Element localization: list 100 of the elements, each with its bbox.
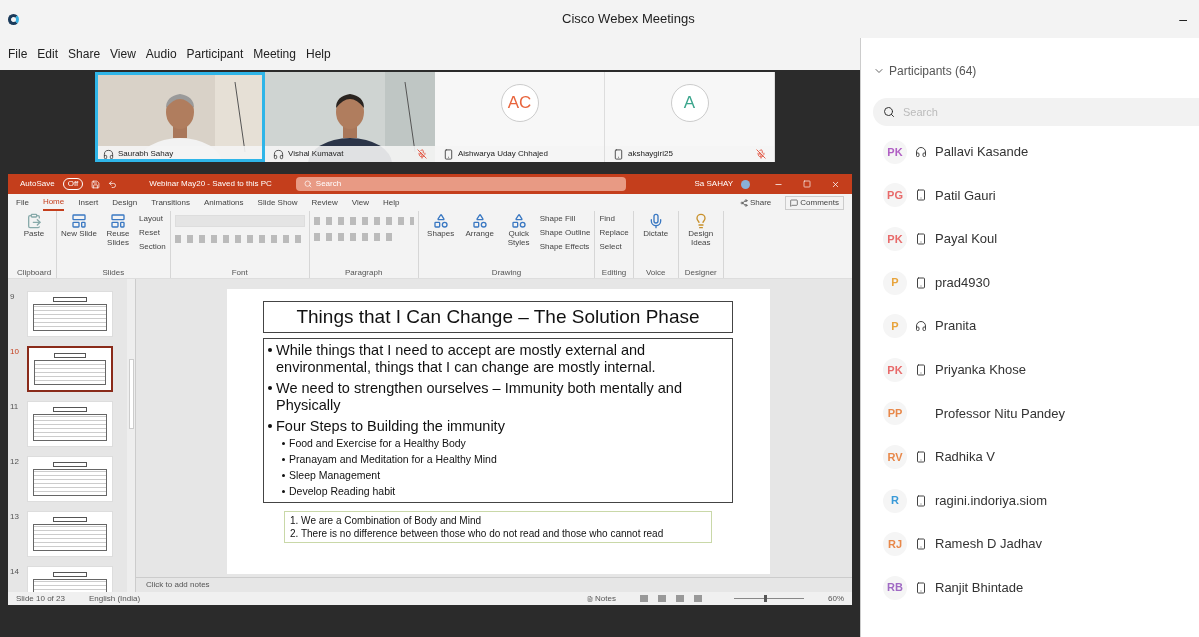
- video-tile[interactable]: A akshaygiri25: [605, 72, 775, 162]
- menu-item[interactable]: Meeting: [253, 45, 296, 63]
- ribbon-button[interactable]: Design Ideas: [682, 213, 719, 247]
- participant-name[interactable]: Radhika V: [935, 447, 995, 467]
- ribbon-button[interactable]: Reset: [139, 227, 166, 239]
- close-icon[interactable]: [831, 179, 840, 189]
- video-tile[interactable]: AC Aishwarya Uday Chhajed: [435, 72, 605, 162]
- group-label: Drawing: [490, 268, 523, 278]
- participant-name[interactable]: Payal Koul: [935, 229, 998, 249]
- slide-thumbnail[interactable]: [27, 346, 113, 392]
- video-tile[interactable]: Vishal Kumavat: [265, 72, 435, 162]
- participant-name[interactable]: Pallavi Kasande: [935, 142, 1029, 162]
- ribbon-tab[interactable]: Transitions: [151, 194, 190, 211]
- ribbon-button[interactable]: Layout: [139, 213, 166, 225]
- menu-item[interactable]: Help: [305, 45, 331, 63]
- avatar-initials: RV: [883, 444, 907, 469]
- bullet-text: Food and Exercise for a Healthy Body: [289, 436, 466, 451]
- avatar-initials: PK: [883, 357, 907, 382]
- notes-icon: [587, 595, 594, 602]
- group-label: Designer: [683, 268, 718, 278]
- zoom-slider-thumb[interactable]: [764, 595, 768, 602]
- phone-icon: [915, 450, 927, 463]
- participant-name[interactable]: prad4930: [935, 272, 990, 293]
- ribbon-tab[interactable]: Help: [383, 194, 400, 211]
- menu-item[interactable]: Audio: [145, 45, 177, 63]
- maximize-icon[interactable]: [803, 180, 811, 188]
- menu-item[interactable]: Share: [68, 45, 101, 63]
- user-name: Sa SAHAY: [694, 178, 733, 190]
- ribbon-tab[interactable]: Insert: [78, 194, 99, 211]
- share-button[interactable]: Share: [739, 196, 772, 209]
- ribbon-button[interactable]: Find: [599, 213, 629, 225]
- ribbon-tab[interactable]: View: [351, 194, 370, 211]
- group-label: Paragraph: [344, 268, 384, 278]
- menu-item[interactable]: View: [110, 45, 136, 63]
- ribbon-button[interactable]: Replace: [599, 227, 629, 239]
- slide-number: 11: [10, 401, 20, 413]
- avatar-initials: RB: [883, 575, 907, 600]
- scrollbar[interactable]: [127, 279, 135, 592]
- ribbon-button[interactable]: Quick Styles: [500, 213, 537, 247]
- ribbon-button[interactable]: Shape Outline: [539, 227, 591, 239]
- comments-button[interactable]: Comments: [785, 195, 844, 210]
- slide-number: 9: [10, 291, 16, 303]
- menu-item[interactable]: Edit: [37, 45, 59, 63]
- bullet-text: We need to strengthen ourselves – Immunity both mentally and Physically: [276, 380, 683, 414]
- ribbon-tab[interactable]: File: [16, 194, 29, 211]
- slide-number: 10: [10, 346, 20, 358]
- bullet-icon: [282, 474, 285, 477]
- search-icon: [303, 180, 312, 188]
- ribbon-tab[interactable]: Animations: [204, 194, 244, 211]
- menu-item[interactable]: Participant: [186, 45, 244, 63]
- participant-name[interactable]: Priyanka Khose: [935, 360, 1027, 380]
- ribbon-button[interactable]: Select: [599, 241, 629, 253]
- ribbon-button[interactable]: Shape Fill: [539, 213, 591, 225]
- avatar-initials: PK: [883, 227, 907, 251]
- video-tile[interactable]: Saurabh Sahay: [95, 72, 265, 162]
- ribbon-button[interactable]: Section: [139, 241, 166, 253]
- undo-icon[interactable]: [108, 179, 118, 189]
- ribbon-button[interactable]: Reuse Slides: [100, 213, 136, 247]
- bullet-text: Pranayam and Meditation for a Healthy Mind: [289, 452, 497, 467]
- headset-icon: [103, 148, 114, 160]
- ribbon-button[interactable]: Shape Effects: [539, 241, 591, 253]
- participant-name: Aishwarya Uday Chhajed: [458, 148, 548, 160]
- participant-name[interactable]: ragini.indoriya.siom: [935, 490, 1047, 511]
- group-label: Slides: [101, 268, 126, 278]
- headset-icon: [273, 148, 284, 160]
- participant-name[interactable]: Patil Gauri: [935, 185, 996, 206]
- participant-name[interactable]: Professor Nitu Pandey: [935, 403, 1066, 424]
- participant-name[interactable]: Ramesh D Jadhav: [935, 534, 1042, 554]
- ribbon-tab[interactable]: Slide Show: [257, 194, 298, 211]
- menu-item[interactable]: File: [8, 45, 28, 63]
- muted-mic-icon: [756, 149, 766, 159]
- participant-name[interactable]: Pranita: [935, 316, 977, 336]
- ribbon-button[interactable]: Shapes: [422, 213, 459, 238]
- document-title: Webinar May20 - Saved to this PC: [149, 178, 272, 190]
- bullet-text: Four Steps to Building the immunity: [276, 418, 505, 435]
- phone-icon: [443, 148, 454, 160]
- muted-mic-icon: [417, 149, 427, 159]
- phone-icon: [915, 363, 927, 376]
- ribbon-button[interactable]: Arrange: [461, 213, 498, 238]
- shapes-icon: [432, 213, 449, 229]
- ribbon-tab[interactable]: Review: [311, 194, 338, 211]
- minimize-button[interactable]: –: [1179, 8, 1191, 30]
- slide-counter: Slide 10 of 23: [16, 592, 65, 605]
- avatar-initials: RJ: [883, 532, 907, 557]
- ribbon-button[interactable]: Paste: [16, 213, 52, 238]
- bullet-icon: [282, 442, 285, 445]
- search-icon: [883, 106, 895, 118]
- phone-icon: [915, 494, 927, 507]
- save-icon[interactable]: [91, 179, 101, 189]
- user-avatar: [741, 179, 750, 189]
- notes-button[interactable]: Notes: [587, 592, 616, 605]
- participant-name[interactable]: Ranjit Bhintade: [935, 578, 1024, 598]
- slide-title: Things that I Can Change – The Solution Phase: [263, 301, 733, 333]
- bullet-text: Sleep Management: [289, 468, 381, 483]
- slide-number: 13: [10, 511, 20, 523]
- phone-icon: [915, 538, 927, 551]
- ribbon-button[interactable]: Dictate: [637, 213, 674, 238]
- ribbon-button[interactable]: New Slide: [61, 213, 97, 238]
- ribbon-tab[interactable]: Design: [112, 194, 138, 211]
- bullet-text: While things that I need to accept are mostly external and environmental, things that I can change are mostly internal.: [276, 342, 657, 376]
